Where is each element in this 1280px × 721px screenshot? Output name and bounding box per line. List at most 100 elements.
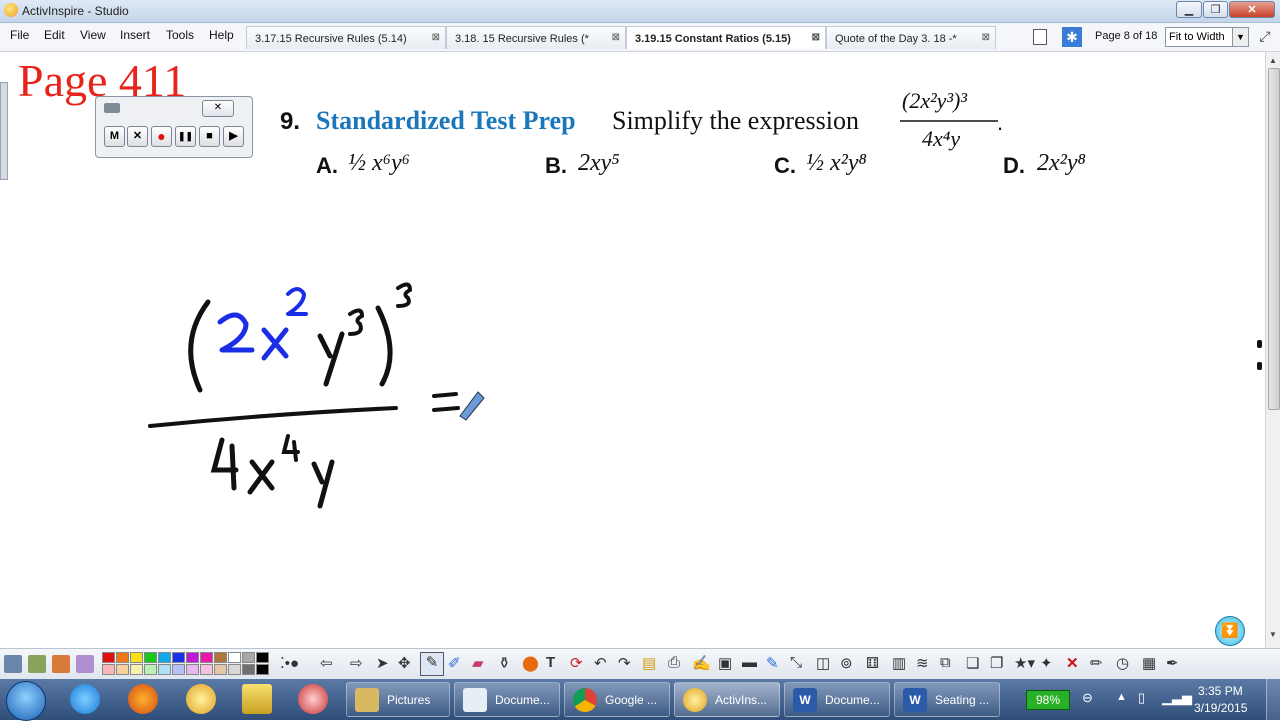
spotlight-icon[interactable]: ⊚ [840, 654, 853, 672]
recorder-close-button[interactable]: ✕ [202, 100, 234, 117]
recorder-record-button[interactable]: ● [151, 126, 172, 147]
tab-close-icon[interactable]: ⊠ [812, 32, 820, 43]
collapse-toolbar-button[interactable]: ⏬ [1215, 616, 1245, 646]
handwriting-icon[interactable]: ✍ [692, 654, 711, 672]
design-mode-icon[interactable] [76, 655, 94, 673]
text-icon[interactable]: T [546, 654, 555, 671]
main-menu-icon[interactable] [4, 655, 22, 673]
wrench-icon[interactable]: ✥ [398, 654, 411, 672]
connector-icon[interactable]: ⤡ [790, 654, 802, 671]
magic-ink-icon[interactable]: ✎ [766, 654, 779, 672]
clock-date[interactable]: 3/19/2015 [1194, 701, 1247, 715]
show-hidden-icons-icon[interactable]: ▲ [1116, 691, 1127, 703]
tab-close-icon[interactable]: ⊠ [612, 32, 620, 43]
color-swatch[interactable] [186, 664, 199, 675]
color-swatch[interactable] [256, 652, 269, 663]
menu-file[interactable]: File [10, 28, 29, 42]
tab-close-icon[interactable]: ⊠ [432, 32, 440, 43]
clock-icon[interactable]: ◷ [1116, 654, 1129, 672]
recorder-play-button[interactable]: ▶ [223, 126, 244, 147]
taskbar-item-word-document[interactable]: W Docume... [784, 682, 890, 717]
copy-icon[interactable]: ❐ [990, 654, 1003, 672]
color-swatch[interactable] [102, 664, 115, 675]
color-swatch[interactable] [144, 652, 157, 663]
color-swatch[interactable] [116, 652, 129, 663]
color-swatch[interactable] [200, 652, 213, 663]
color-swatch[interactable] [130, 652, 143, 663]
annotate-desktop-icon[interactable]: ✏ [1090, 654, 1103, 672]
tab-quote-of-the-day[interactable]: Quote of the Day 3. 18 -* ⊠ [826, 26, 996, 49]
tab-recursive-rules-5-14[interactable]: 3.17.15 Recursive Rules (5.14) ⊠ [246, 26, 446, 49]
notes-app-icon[interactable] [242, 684, 272, 714]
next-page-icon[interactable]: ⇨ [350, 654, 363, 672]
print-icon[interactable]: ⎙ [668, 654, 680, 671]
restore-button[interactable]: ❐ [1203, 1, 1228, 18]
screen-shade-icon[interactable]: ◫ [816, 654, 830, 672]
recorder-cancel-button[interactable]: ✕ [127, 126, 148, 147]
page-sorter-icon[interactable] [1033, 29, 1047, 45]
menu-view[interactable]: View [80, 28, 106, 42]
dice-icon[interactable]: ⚅ [866, 654, 879, 672]
favorites-icon[interactable]: ★▾ [1014, 654, 1035, 672]
color-swatch[interactable] [214, 652, 227, 663]
scroll-down-arrow-icon[interactable]: ▼ [1269, 630, 1277, 639]
snipping-tool-icon[interactable] [298, 684, 328, 714]
snowflake-icon[interactable]: ✱ [1062, 27, 1082, 47]
taskbar-item-pictures[interactable]: Pictures [346, 682, 450, 717]
color-swatch[interactable] [228, 664, 241, 675]
close-window-button[interactable]: ✕ [1229, 1, 1275, 18]
fill-icon[interactable]: ⚱ [498, 654, 511, 672]
zoom-select[interactable]: Fit to Width ▼ [1165, 27, 1249, 47]
color-swatch[interactable] [172, 664, 185, 675]
flipchart-menu-icon[interactable]: ▦ [1142, 654, 1156, 672]
color-swatch[interactable] [242, 652, 255, 663]
previous-page-icon[interactable]: ⇦ [320, 654, 333, 672]
tab-recursive-rules-star[interactable]: 3.18. 15 Recursive Rules (* ⊠ [446, 26, 626, 49]
color-swatch[interactable] [158, 652, 171, 663]
firefox-icon[interactable] [128, 684, 158, 714]
scroll-up-arrow-icon[interactable]: ▲ [1269, 56, 1277, 65]
color-swatch[interactable] [214, 664, 227, 675]
select-arrow-icon[interactable]: ➤ [376, 654, 389, 672]
fullscreen-icon[interactable]: ⤢ [1256, 28, 1274, 46]
scroll-thumb[interactable] [1268, 68, 1280, 410]
clipboard-icon[interactable]: ▥ [892, 654, 906, 672]
sync-icon[interactable]: ⊖ [1082, 690, 1093, 706]
layers-icon[interactable]: ≋ [916, 654, 929, 672]
page-icon[interactable] [52, 655, 70, 673]
power-icon[interactable]: ▯ [1138, 690, 1145, 706]
color-swatch[interactable] [130, 664, 143, 675]
delete-icon[interactable]: ✕ [1066, 654, 1079, 672]
color-swatch[interactable] [116, 664, 129, 675]
browsers-icon[interactable] [28, 655, 46, 673]
recorder-stop-button[interactable]: ■ [199, 126, 220, 147]
reset-page-icon[interactable]: ⟳ [570, 654, 583, 672]
star-add-icon[interactable]: ✦ [1040, 654, 1053, 672]
menu-tools[interactable]: Tools [166, 28, 194, 42]
menu-help[interactable]: Help [209, 28, 234, 42]
color-swatch[interactable] [158, 664, 171, 675]
annotate-overlay-icon[interactable]: ✒ [1166, 654, 1179, 672]
clock-time[interactable]: 3:35 PM [1198, 684, 1243, 698]
highlighter-icon[interactable]: ✐ [448, 654, 461, 672]
color-swatch[interactable] [144, 664, 157, 675]
taskbar-item-document-1[interactable]: Docume... [454, 682, 560, 717]
minimize-button[interactable]: ▁ [1176, 1, 1202, 18]
shape-icon[interactable]: ⬤ [522, 654, 539, 672]
color-swatch[interactable] [200, 664, 213, 675]
camera-icon[interactable]: ▣ [718, 654, 732, 672]
color-swatch[interactable] [102, 652, 115, 663]
color-swatch[interactable] [256, 664, 269, 675]
menu-edit[interactable]: Edit [44, 28, 65, 42]
chevron-down-icon[interactable]: ▼ [1232, 28, 1248, 46]
pen-tool-icon[interactable]: ✎ [420, 652, 444, 676]
color-swatch[interactable] [186, 652, 199, 663]
eraser-icon[interactable]: ▰ [472, 654, 484, 672]
redo-icon[interactable]: ↷ [618, 654, 631, 672]
color-swatch[interactable] [242, 664, 255, 675]
start-button[interactable] [6, 681, 46, 721]
color-swatch[interactable] [172, 652, 185, 663]
taskbar-item-google-chrome[interactable]: Google ... [564, 682, 670, 717]
tab-close-icon[interactable]: ⊠ [982, 32, 990, 43]
duplicate-icon[interactable]: ❏ [966, 654, 979, 672]
